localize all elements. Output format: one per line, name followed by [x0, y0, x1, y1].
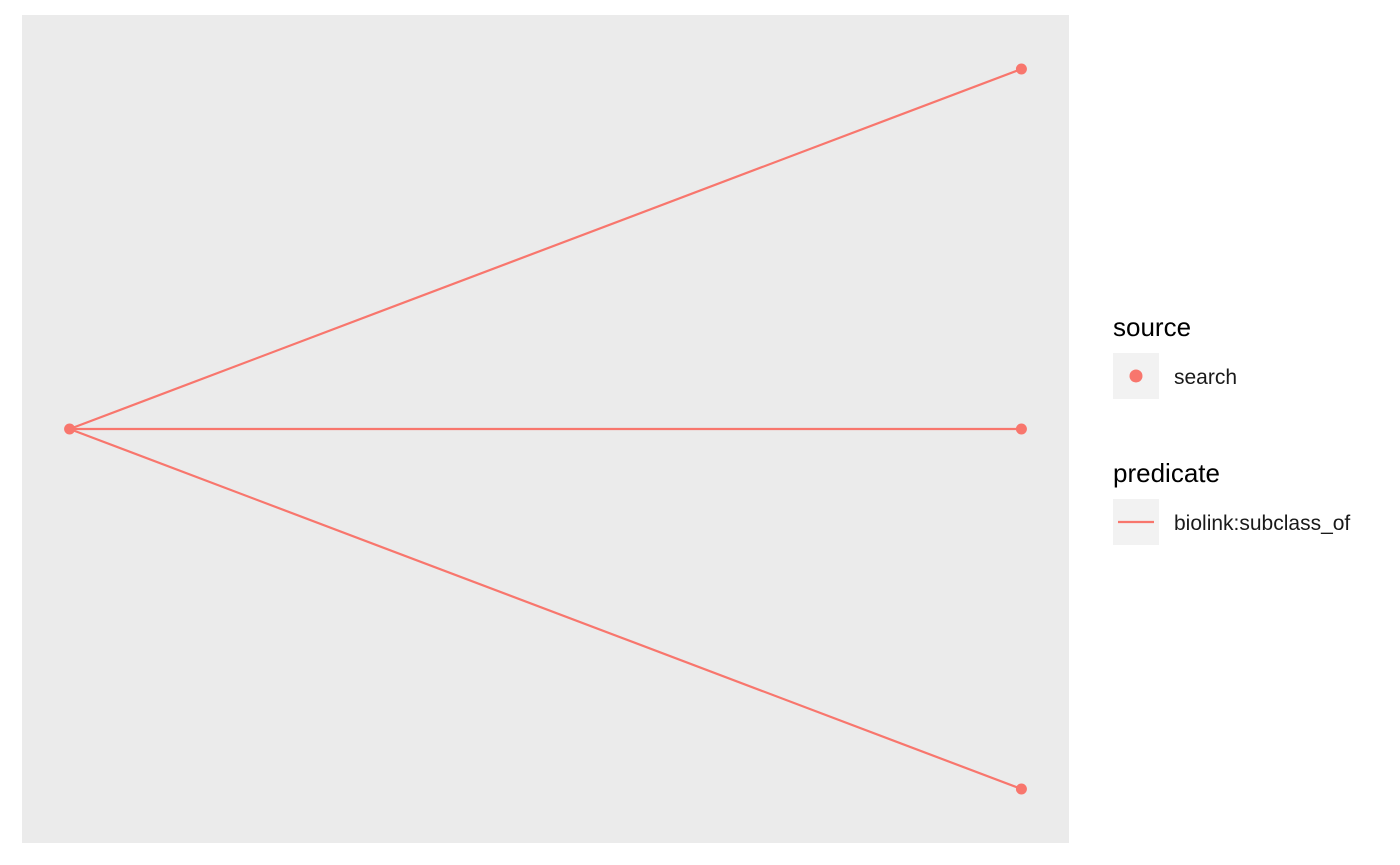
node-point-1	[1015, 63, 1027, 75]
legend-title-predicate: predicate	[1113, 458, 1220, 488]
node-point-2	[1015, 423, 1027, 435]
legend-label-subclass-of: biolink:subclass_of	[1174, 512, 1350, 535]
node-point-0	[64, 423, 76, 435]
node-point-3	[1015, 783, 1027, 795]
legend-title-source: source	[1113, 312, 1191, 342]
legend-label-search: search	[1174, 366, 1237, 389]
legend: source search predicate biolink:subclass…	[1113, 312, 1350, 545]
network-chart: source search predicate biolink:subclass…	[22, 15, 1350, 843]
legend-key-point	[1129, 369, 1143, 383]
